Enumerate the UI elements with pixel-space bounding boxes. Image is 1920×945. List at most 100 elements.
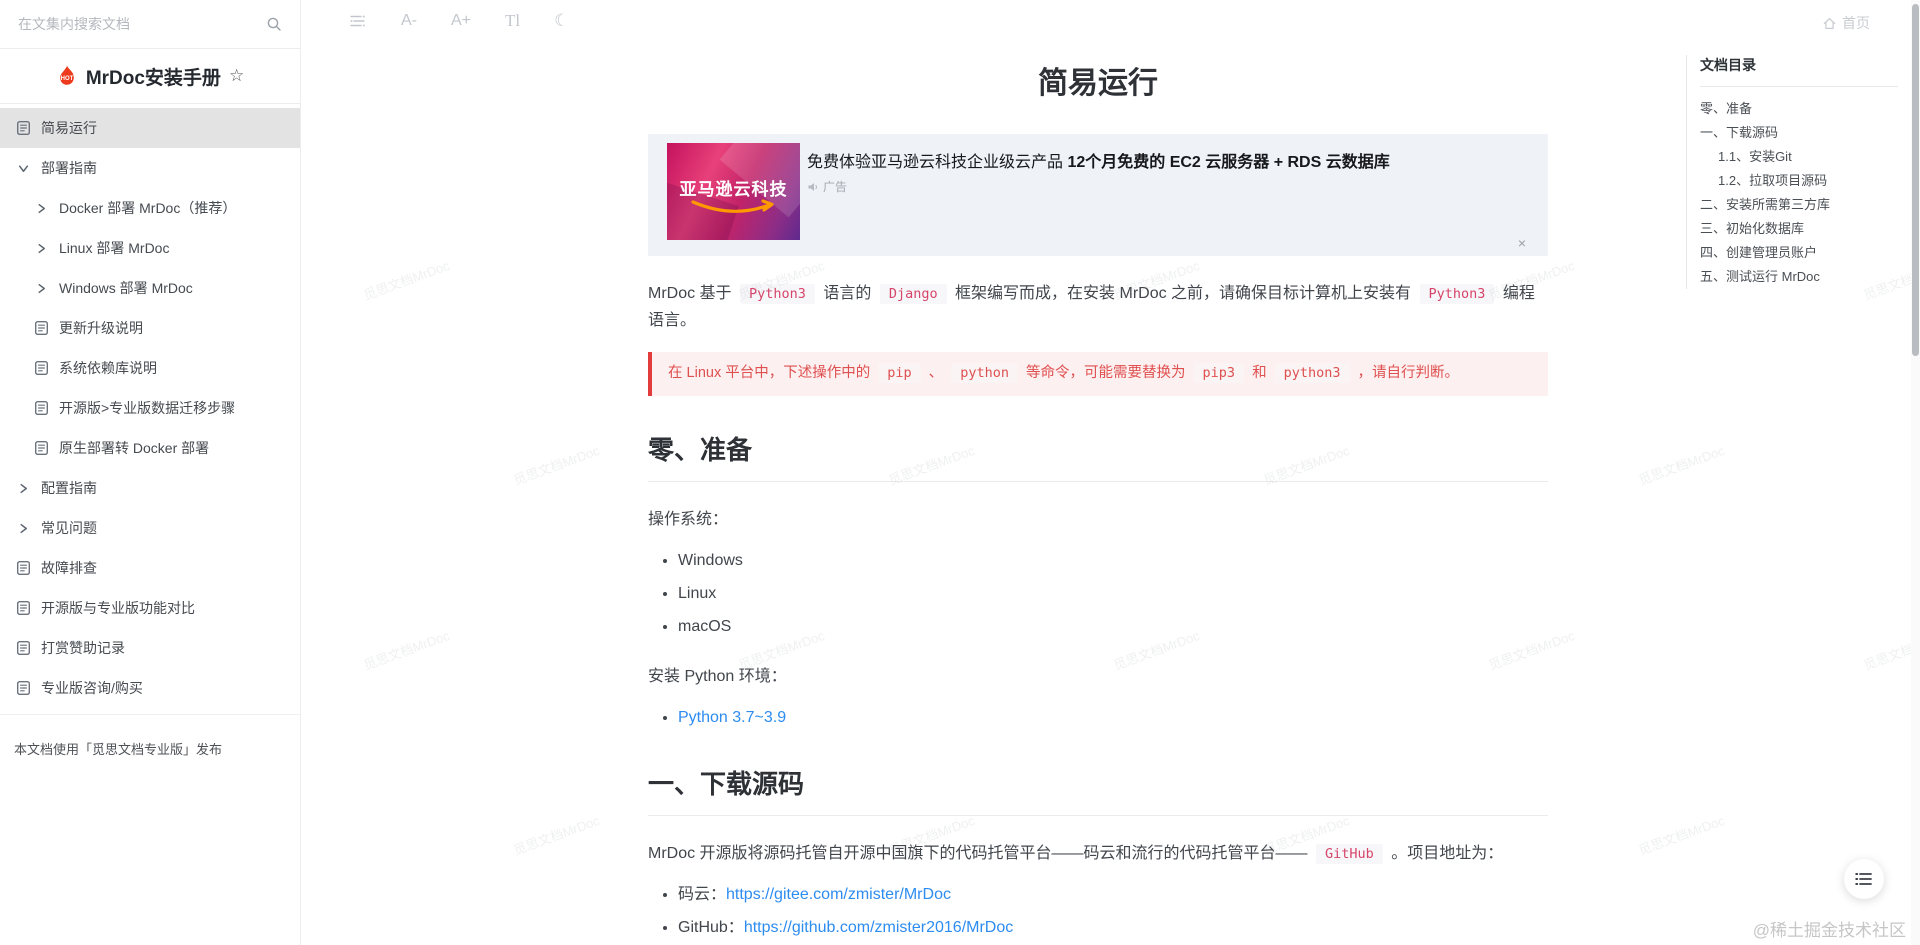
sidebar-item[interactable]: 打赏赞助记录: [0, 628, 300, 668]
sidebar-nav: 简易运行部署指南 Docker 部署 MrDoc（推荐） Linux 部署 MrDo…: [0, 104, 300, 708]
sidebar-item-label: 开源版>专业版数据迁移步骤: [59, 400, 236, 416]
repo-link[interactable]: https://gitee.com/zmister/MrDoc: [726, 886, 951, 903]
inline-code: Python3: [740, 284, 815, 304]
toc-float-button[interactable]: [1844, 859, 1884, 899]
amazon-smile-icon: [687, 199, 779, 224]
python-env-label: 安装 Python 环境：: [648, 668, 787, 686]
ad-banner: 亚马逊云科技 免费体验亚马逊云科技企业级云产品 12个月免费的 EC2 云服务器…: [648, 134, 1548, 256]
scrollbar-track[interactable]: [1911, 0, 1920, 945]
toc-item[interactable]: 一、下载源码: [1700, 121, 1898, 145]
toc-list: 零、准备 一、下载源码 1.1、安装Git 1.2、拉取项目源码 二、安装所需第三方库三…: [1700, 97, 1898, 289]
sidebar-item[interactable]: 部署指南: [0, 148, 300, 188]
sidebar-item-label: 系统依赖库说明: [59, 360, 157, 376]
doc-icon: [14, 680, 32, 696]
toc-item[interactable]: 四、创建管理员账户: [1700, 241, 1898, 265]
sidebar-item[interactable]: 故障排查: [0, 548, 300, 588]
page-title: 简易运行: [1038, 67, 1158, 100]
sidebar-item-label: Docker 部署 MrDoc（推荐）: [59, 200, 237, 216]
ad-headline[interactable]: 免费体验亚马逊云科技企业级云产品 12个月免费的 EC2 云服务器 + RDS …: [807, 148, 1390, 172]
sidebar-item[interactable]: Windows 部署 MrDoc: [0, 268, 300, 308]
text-run: 在 Linux 平台中，下述操作中的: [668, 365, 875, 382]
search-input[interactable]: [18, 16, 266, 32]
warning-callout: 在 Linux 平台中，下述操作中的 pip 、 python 等命令，可能需要…: [648, 352, 1548, 396]
content-watermark: 觅思文档MrDoc: [511, 442, 602, 488]
toc-title: 文档目录: [1700, 55, 1898, 87]
sidebar-item-label: 简易运行: [41, 120, 97, 136]
hot-badge-icon: HOT: [56, 65, 78, 87]
doc-icon: [14, 600, 32, 616]
font-decrease-button[interactable]: A-: [401, 11, 417, 31]
font-increase-button[interactable]: A+: [451, 11, 471, 31]
content-watermark: 觅思文档MrDoc: [511, 812, 602, 858]
main-area: A- A+ Tl ☾ 首页 简易运行 亚马逊云科技 免费体验亚马逊云科技企业级云…: [301, 0, 1920, 945]
text-run: MrDoc 基于: [648, 285, 737, 302]
repo-label: GitHub：: [678, 919, 744, 937]
typeface-toggle-button[interactable]: Tl: [505, 11, 520, 31]
sidebar-item-label: 常见问题: [41, 520, 97, 536]
sidebar-item[interactable]: 原生部署转 Docker 部署: [0, 428, 300, 468]
sidebar-item[interactable]: 开源版>专业版数据迁移步骤: [0, 388, 300, 428]
text-run: 等命令，可能需要替换为: [1021, 365, 1190, 382]
sidebar-item-label: 开源版与专业版功能对比: [41, 600, 195, 616]
star-icon[interactable]: ☆: [229, 66, 244, 86]
sidebar-item[interactable]: 简易运行: [0, 108, 300, 148]
home-icon: [1822, 16, 1837, 31]
list-item: Windows: [678, 549, 1548, 573]
sidebar: HOT MrDoc安装手册 ☆ 简易运行部署指南 Docker 部署 MrDoc（…: [0, 0, 301, 945]
sidebar-item[interactable]: Docker 部署 MrDoc（推荐）: [0, 188, 300, 228]
inline-code: python: [951, 363, 1018, 384]
toc-item[interactable]: 三、初始化数据库: [1700, 217, 1898, 241]
sidebar-item-label: 更新升级说明: [59, 320, 143, 336]
dark-mode-icon[interactable]: ☾: [554, 11, 569, 31]
scrollbar-thumb[interactable]: [1912, 4, 1919, 356]
sidebar-item[interactable]: 配置指南: [0, 468, 300, 508]
toc-item[interactable]: 1.2、拉取项目源码: [1700, 169, 1898, 193]
toc-item[interactable]: 五、测试运行 MrDoc: [1700, 265, 1898, 289]
ad-speaker-icon: [807, 181, 819, 193]
list-item: Linux: [678, 582, 1548, 606]
repo-link[interactable]: https://github.com/zmister2016/MrDoc: [744, 919, 1013, 936]
content-watermark: 觅思文档MrDoc: [1636, 442, 1727, 488]
sidebar-item[interactable]: 专业版咨询/购买: [0, 668, 300, 708]
repo-label: 码云：: [678, 886, 727, 904]
doc-icon: [14, 120, 32, 136]
ad-headline-bold: 12个月免费的 EC2 云服务器 + RDS 云数据库: [1067, 154, 1390, 171]
home-link[interactable]: 首页: [1822, 13, 1870, 33]
chevron-right-icon: [32, 243, 50, 254]
doc-icon: [14, 640, 32, 656]
text-run: 和: [1248, 365, 1271, 382]
repo-list-item: GitHub：https://github.com/zmister2016/Mr…: [678, 916, 1548, 940]
list-icon: [1855, 872, 1873, 886]
sidebar-item-label: 原生部署转 Docker 部署: [59, 440, 210, 456]
toc-item[interactable]: 1.1、安装Git: [1700, 145, 1898, 169]
inline-code: GitHub: [1316, 844, 1383, 865]
document-content: 简易运行 亚马逊云科技 免费体验亚马逊云科技企业级云产品 12个月免费的 EC2…: [648, 0, 1548, 945]
toc-item[interactable]: 二、安装所需第三方库: [1700, 193, 1898, 217]
sidebar-item[interactable]: 开源版与专业版功能对比: [0, 588, 300, 628]
text-run: 、: [924, 365, 948, 382]
ad-headline-normal: 免费体验亚马逊云科技企业级云产品: [807, 154, 1068, 171]
sidebar-item[interactable]: 更新升级说明: [0, 308, 300, 348]
python-version-link[interactable]: Python 3.7~3.9: [678, 709, 786, 726]
search-icon[interactable]: [266, 16, 282, 32]
ad-label-row: 广告: [807, 178, 847, 195]
doc-icon: [32, 440, 50, 456]
download-paragraph: MrDoc 开源版将源码托管自开源中国旗下的代码托管平台——码云和流行的代码托管…: [648, 840, 1548, 867]
repo-list: 码云：https://gitee.com/zmister/MrDoc GitHub…: [648, 883, 1548, 940]
ad-image[interactable]: 亚马逊云科技: [667, 143, 800, 240]
sidebar-item[interactable]: 常见问题: [0, 508, 300, 548]
outline-toggle-icon[interactable]: [349, 11, 367, 31]
text-run: MrDoc 开源版将源码托管自开源中国旗下的代码托管平台——码云和流行的代码托管…: [648, 845, 1313, 863]
content-watermark: 觅思文档MrDoc: [361, 257, 452, 303]
inline-code: Django: [879, 284, 947, 304]
sidebar-item[interactable]: 系统依赖库说明: [0, 348, 300, 388]
ad-close-button[interactable]: ×: [1518, 235, 1526, 251]
ad-label: 广告: [823, 180, 848, 194]
repo-list-item: 码云：https://gitee.com/zmister/MrDoc: [678, 883, 1548, 907]
text-run: ，请自行判断。: [1353, 365, 1460, 382]
book-title-row: HOT MrDoc安装手册 ☆: [0, 49, 300, 104]
sidebar-item[interactable]: Linux 部署 MrDoc: [0, 228, 300, 268]
toc-item[interactable]: 零、准备: [1700, 97, 1898, 121]
list-item: Python 3.7~3.9: [678, 706, 1548, 730]
intro-paragraph: MrDoc 基于 Python3 语言的 Django 框架编写而成，在安装 M…: [648, 280, 1548, 334]
